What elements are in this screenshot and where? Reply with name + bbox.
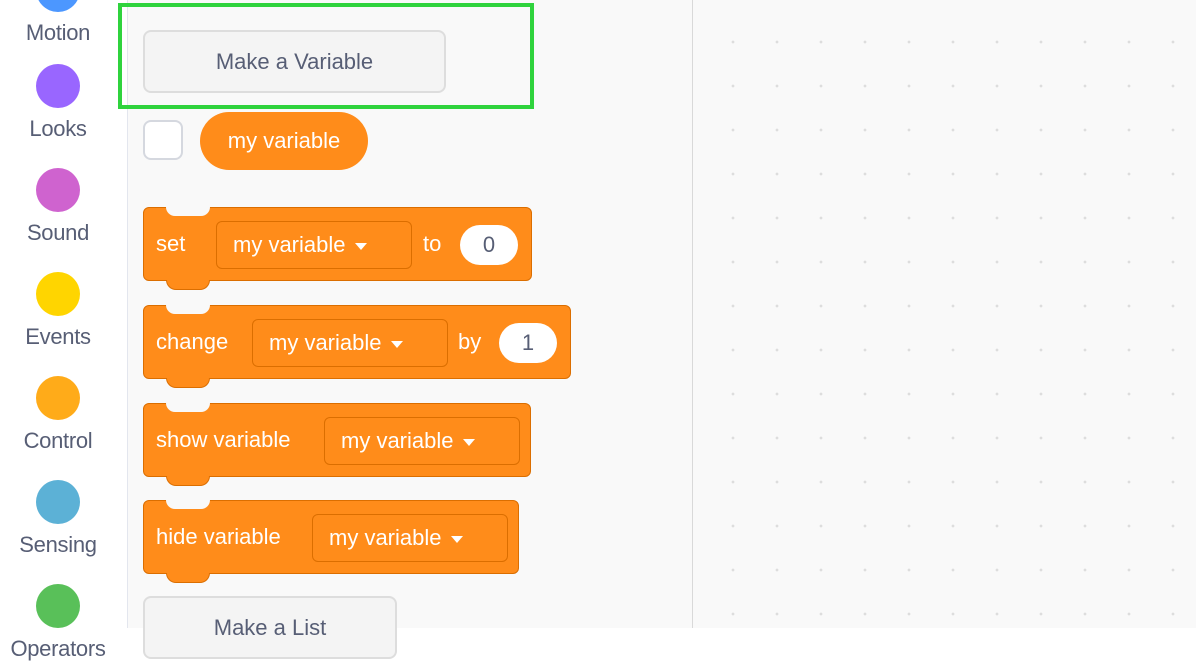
events-category-icon (36, 272, 80, 316)
set-variable-block[interactable]: set my variable to 0 (143, 207, 532, 290)
dropdown-label: my variable (233, 232, 346, 257)
number-input[interactable]: 1 (499, 323, 557, 363)
block-bump (166, 280, 210, 290)
operators-category-icon (36, 584, 80, 628)
variable-dropdown[interactable]: my variable (312, 514, 508, 562)
variable-checkbox[interactable] (143, 120, 183, 160)
category-sensing[interactable]: Sensing (0, 480, 116, 558)
change-variable-block[interactable]: change my variable by 1 (143, 305, 571, 388)
control-category-icon (36, 376, 80, 420)
sound-category-icon (36, 168, 80, 212)
variable-dropdown[interactable]: my variable (324, 417, 520, 465)
variable-dropdown[interactable]: my variable (252, 319, 448, 367)
block-bump (166, 378, 210, 388)
category-sidebar: Motion Looks Sound Events Control Sensin… (0, 0, 128, 661)
category-label: Looks (29, 116, 87, 141)
show-variable-block[interactable]: show variable my variable (143, 403, 531, 486)
variable-reporter[interactable]: my variable (200, 112, 368, 170)
category-label: Control (23, 428, 93, 453)
block-label: to (423, 231, 442, 256)
block-bump (166, 476, 210, 486)
make-variable-button[interactable]: Make a Variable (143, 30, 446, 93)
caret-down-icon (391, 340, 404, 348)
caret-down-icon (451, 535, 464, 543)
category-label: Operators (10, 636, 106, 661)
category-control[interactable]: Control (0, 376, 116, 454)
category-sound[interactable]: Sound (0, 168, 116, 246)
script-workspace[interactable] (693, 0, 1196, 628)
block-label: hide variable (156, 524, 281, 549)
category-label: Motion (25, 20, 91, 45)
block-label: show variable (156, 427, 291, 452)
sensing-category-icon (36, 480, 80, 524)
category-label: Sensing (19, 532, 97, 557)
category-events[interactable]: Events (0, 272, 116, 350)
category-label: Events (25, 324, 91, 349)
caret-down-icon (463, 438, 476, 446)
caret-down-icon (355, 242, 368, 250)
block-label: change (156, 329, 229, 354)
dropdown-label: my variable (341, 428, 454, 453)
block-label: by (458, 329, 482, 354)
dropdown-label: my variable (269, 330, 382, 355)
hide-variable-block[interactable]: hide variable my variable (143, 500, 519, 583)
motion-category-icon (36, 0, 80, 12)
category-operators[interactable]: Operators (0, 584, 116, 662)
category-label: Sound (26, 220, 90, 245)
block-bump (166, 573, 210, 583)
variable-dropdown[interactable]: my variable (216, 221, 412, 269)
category-looks[interactable]: Looks (0, 64, 116, 142)
block-label: set (156, 231, 186, 256)
number-input[interactable]: 0 (460, 225, 518, 265)
category-motion[interactable]: Motion (0, 0, 116, 46)
dropdown-label: my variable (329, 525, 442, 550)
looks-category-icon (36, 64, 80, 108)
